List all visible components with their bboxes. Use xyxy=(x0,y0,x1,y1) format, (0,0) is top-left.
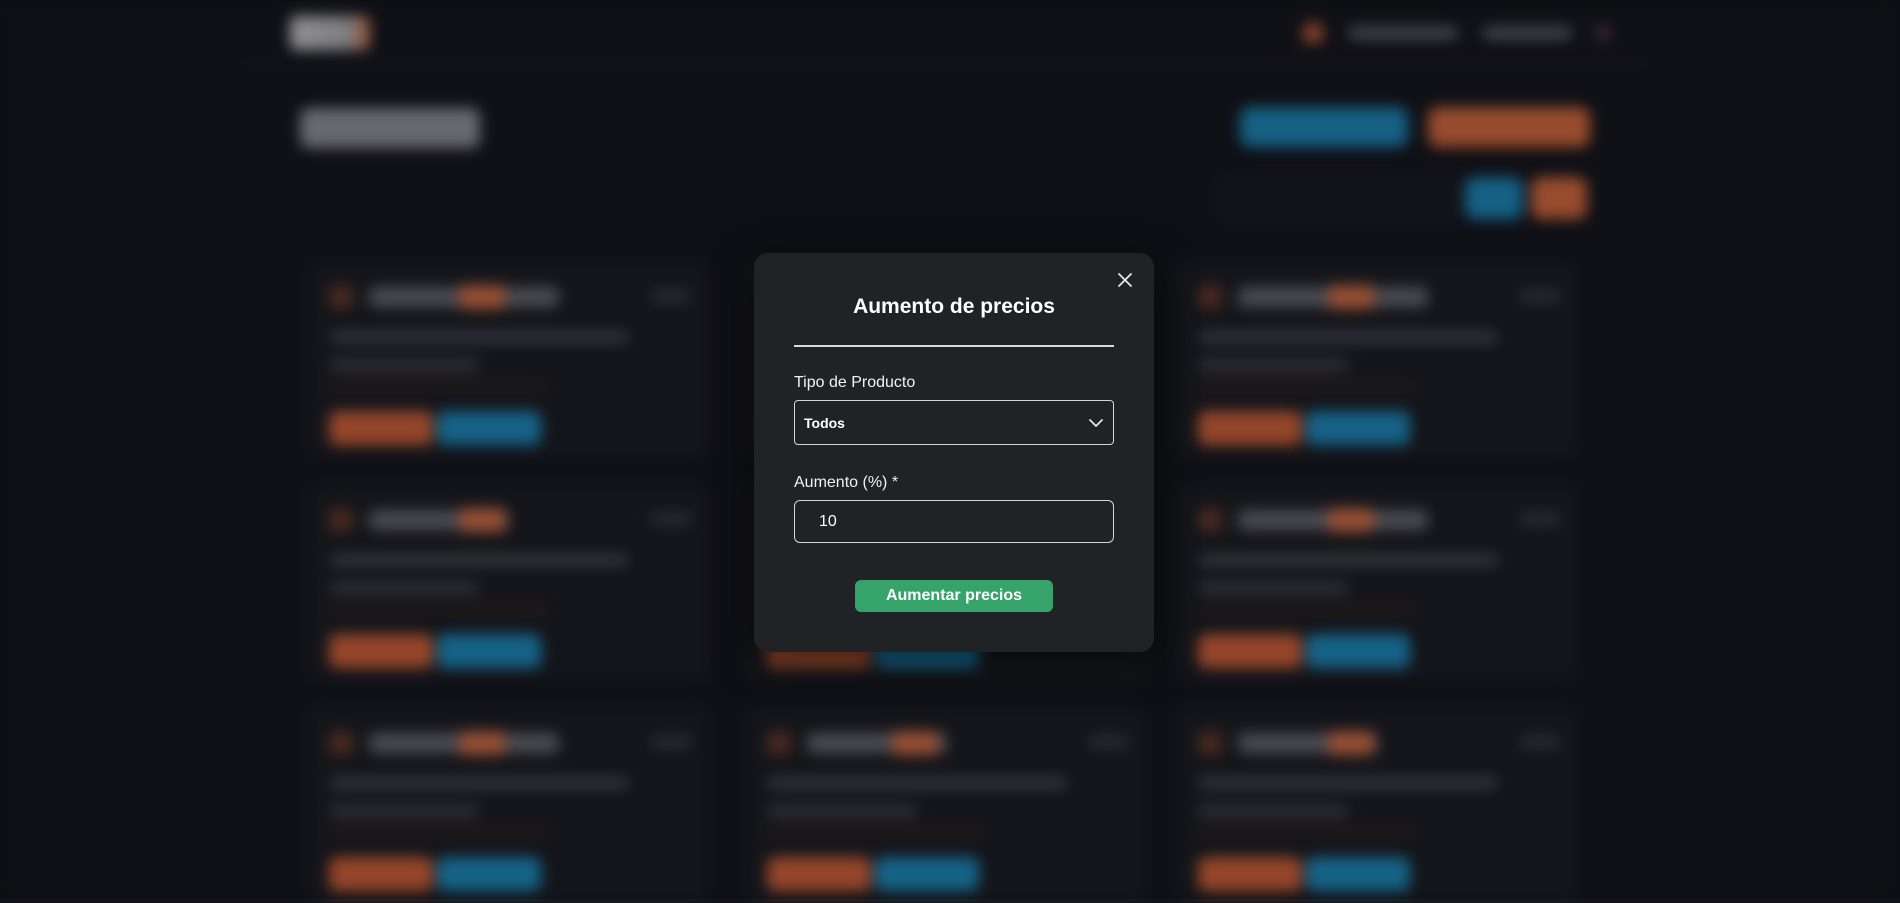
close-button[interactable] xyxy=(1112,267,1138,293)
product-type-select[interactable]: Todos xyxy=(794,400,1114,445)
product-type-value: Todos xyxy=(804,414,845,431)
close-icon xyxy=(1118,273,1132,287)
increase-prices-button[interactable]: Aumentar precios xyxy=(855,580,1053,612)
chevron-down-icon xyxy=(1089,419,1103,427)
product-type-label: Tipo de Producto xyxy=(794,374,916,391)
increase-label: Aumento (%) * xyxy=(794,474,899,491)
increase-percent-input[interactable] xyxy=(794,500,1114,543)
price-increase-modal: Aumento de precios Tipo de Producto Todo… xyxy=(754,253,1154,652)
modal-title: Aumento de precios xyxy=(853,295,1055,318)
title-divider xyxy=(794,345,1114,347)
